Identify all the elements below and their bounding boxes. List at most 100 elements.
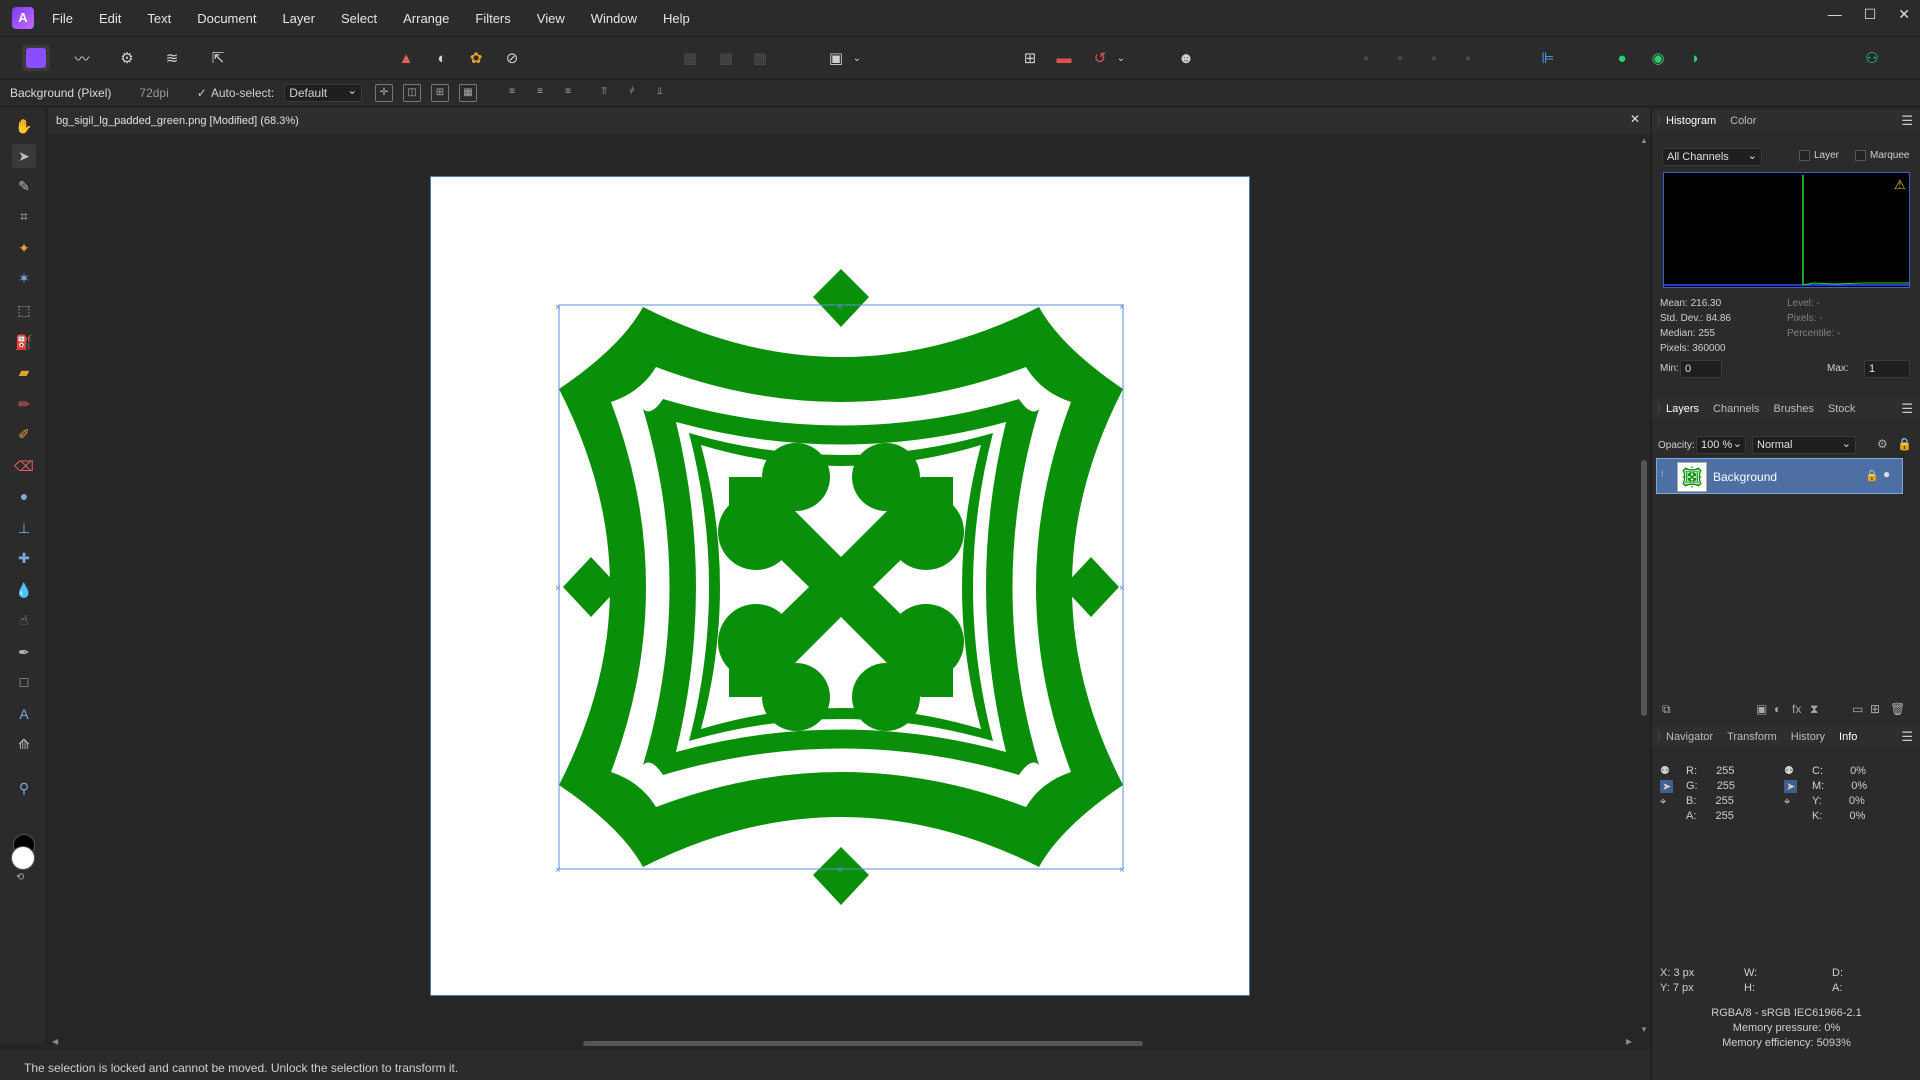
menu-file[interactable]: File — [52, 11, 73, 26]
flood-fill-icon[interactable]: ⛽ — [12, 330, 36, 354]
minimize-button[interactable]: — — [1828, 6, 1842, 23]
align-icon[interactable]: ⊫ — [1534, 45, 1562, 71]
order-forward-icon[interactable]: ▪ — [1420, 45, 1448, 71]
align-middle-icon[interactable]: ⫩ — [623, 84, 641, 102]
smudge-brush-icon[interactable]: ☝ — [12, 608, 36, 632]
menu-select[interactable]: Select — [341, 11, 377, 26]
adjustment-icon[interactable]: ◐ — [1774, 702, 1781, 716]
blur-brush-icon[interactable]: 💧 — [12, 578, 36, 602]
tab-navigator[interactable]: Navigator — [1666, 731, 1713, 743]
order-front-icon[interactable]: ▪ — [1454, 45, 1482, 71]
tab-brushes[interactable]: Brushes — [1774, 403, 1814, 415]
menu-view[interactable]: View — [537, 11, 565, 26]
menu-text[interactable]: Text — [147, 11, 171, 26]
mesh-warp-icon[interactable]: ⟰ — [12, 732, 36, 756]
layer-row-background[interactable]: ⁞ Background 🔒 ● — [1656, 458, 1903, 494]
export-persona-icon[interactable]: ⇱ — [204, 45, 232, 71]
deselect-icon[interactable]: ▩ — [712, 45, 740, 71]
tone-mapping-persona-icon[interactable]: ≋ — [158, 45, 186, 71]
move-tool-icon[interactable]: ➤ — [12, 144, 36, 168]
assistant-icon[interactable]: ☻ — [1172, 45, 1200, 71]
crop-tool-icon[interactable]: ⌗ — [12, 204, 36, 228]
layer-lock-icon[interactable]: 🔒 — [1865, 469, 1879, 482]
document-tab[interactable]: bg_sigil_lg_padded_green.png [Modified] … — [48, 108, 1650, 134]
tab-layers[interactable]: Layers — [1666, 403, 1699, 415]
selection-brush-icon[interactable]: ✦ — [12, 236, 36, 260]
distribute-icon[interactable]: ▦ — [459, 84, 477, 102]
lock-icon[interactable]: 🔒 — [1897, 437, 1912, 451]
user-account-icon[interactable]: ⚇ — [1858, 45, 1886, 71]
artistic-text-icon[interactable]: A — [12, 702, 36, 726]
develop-persona-icon[interactable]: ⚙ — [113, 45, 141, 71]
quick-mask-icon[interactable]: ▣ — [822, 45, 850, 71]
crosshair-icon[interactable]: ⌖ — [1784, 796, 1790, 809]
document-canvas[interactable]: × × × × × × × × — [430, 176, 1250, 996]
gear-icon[interactable]: ⚙ — [1877, 437, 1888, 451]
view-tool-hand-icon[interactable]: ✋ — [12, 114, 36, 138]
layer-options-icon[interactable]: ⧉ — [1662, 702, 1671, 717]
healing-brush-icon[interactable]: ✚ — [12, 546, 36, 570]
scroll-left-icon[interactable]: ◀ — [52, 1037, 58, 1046]
rectangle-tool-icon[interactable]: □ — [12, 670, 36, 694]
erase-brush-icon[interactable]: ⌫ — [12, 454, 36, 478]
order-backward-icon[interactable]: ▪ — [1386, 45, 1414, 71]
zoom-tool-icon[interactable]: ⚲ — [12, 776, 36, 800]
pen-tool-icon[interactable]: ✒ — [12, 640, 36, 664]
menu-document[interactable]: Document — [197, 11, 256, 26]
auto-colors-icon[interactable]: ✿ — [462, 45, 490, 71]
panel-menu-icon[interactable]: ☰ — [1901, 729, 1913, 745]
tab-history[interactable]: History — [1791, 731, 1825, 743]
snapping-icon[interactable]: ▬ — [1050, 45, 1078, 71]
auto-select-checkbox[interactable]: ✓ Auto-select: — [197, 86, 274, 100]
hourglass-icon[interactable]: ⧗ — [1810, 702, 1818, 717]
auto-white-balance-icon[interactable]: ⊘ — [498, 45, 526, 71]
fx-icon[interactable]: fx — [1792, 702, 1801, 716]
trash-icon[interactable]: 🗑 — [1890, 702, 1905, 716]
rectangular-marquee-icon[interactable]: ⬚ — [12, 298, 36, 322]
panel-menu-icon[interactable]: ☰ — [1901, 401, 1913, 417]
layer-expand-icon[interactable]: ⁞ — [1661, 469, 1664, 479]
magic-wand-icon[interactable]: ✶ — [12, 266, 36, 290]
sampler-icon[interactable]: ⚉ — [1784, 764, 1794, 777]
max-input[interactable]: 1 — [1864, 360, 1910, 378]
scroll-right-icon[interactable]: ▶ — [1626, 1037, 1632, 1046]
magnet-icon[interactable]: ↺ — [1086, 45, 1114, 71]
tab-histogram[interactable]: Histogram — [1666, 115, 1716, 127]
pointer-icon[interactable]: ➤ — [1784, 780, 1798, 793]
channel-dropdown[interactable]: All Channels ⌄ — [1662, 148, 1762, 166]
swap-colors-icon[interactable]: ⟲ — [16, 872, 24, 883]
scroll-up-icon[interactable]: ▲ — [1640, 136, 1648, 145]
close-document-icon[interactable]: ✕ — [1630, 112, 1640, 126]
align-left-icon[interactable]: ≡ — [503, 84, 521, 102]
select-all-icon[interactable]: ▦ — [676, 45, 704, 71]
horizontal-scroll-thumb[interactable] — [583, 1041, 1143, 1046]
color-picker-icon[interactable]: ✎ — [12, 174, 36, 198]
menu-filters[interactable]: Filters — [475, 11, 510, 26]
boolean-intersect-icon[interactable]: ◑ — [1680, 45, 1708, 71]
vertical-scrollbar[interactable]: ▲ ▼ — [1638, 134, 1650, 1036]
panel-menu-icon[interactable]: ☰ — [1901, 113, 1913, 129]
auto-select-dropdown[interactable]: Default — [284, 82, 363, 102]
panel-grip-icon[interactable]: ⁞ — [1652, 404, 1666, 415]
auto-contrast-icon[interactable]: ◐ — [428, 45, 456, 71]
horizontal-scrollbar[interactable]: ◀ ▶ — [48, 1036, 1650, 1050]
secondary-color-swatch[interactable] — [11, 846, 35, 870]
menu-arrange[interactable]: Arrange — [403, 11, 449, 26]
menu-layer[interactable]: Layer — [282, 11, 315, 26]
invert-selection-icon[interactable]: ▦ — [746, 45, 774, 71]
snapping-grid-icon[interactable]: ⊞ — [1016, 45, 1044, 71]
tab-stock[interactable]: Stock — [1828, 403, 1856, 415]
panel-grip-icon[interactable]: ⁞ — [1652, 732, 1666, 743]
crosshair-icon[interactable]: ⌖ — [1660, 796, 1666, 809]
panel-grip-icon[interactable]: ⁞ — [1652, 116, 1666, 127]
layer-visibility-icon[interactable]: ● — [1883, 467, 1890, 481]
auto-levels-icon[interactable]: ▲ — [392, 45, 420, 71]
align-right-icon[interactable]: ≡ — [559, 84, 577, 102]
add-layer-icon[interactable]: ⊞ — [1870, 702, 1880, 716]
tab-channels[interactable]: Channels — [1713, 403, 1759, 415]
tab-info[interactable]: Info — [1839, 731, 1857, 743]
chevron-down-icon[interactable]: ⌄ — [1114, 45, 1128, 71]
close-button[interactable]: ✕ — [1898, 6, 1910, 23]
photo-persona-icon[interactable] — [22, 45, 50, 71]
show-selection-box-icon[interactable]: ◫ — [403, 84, 421, 102]
